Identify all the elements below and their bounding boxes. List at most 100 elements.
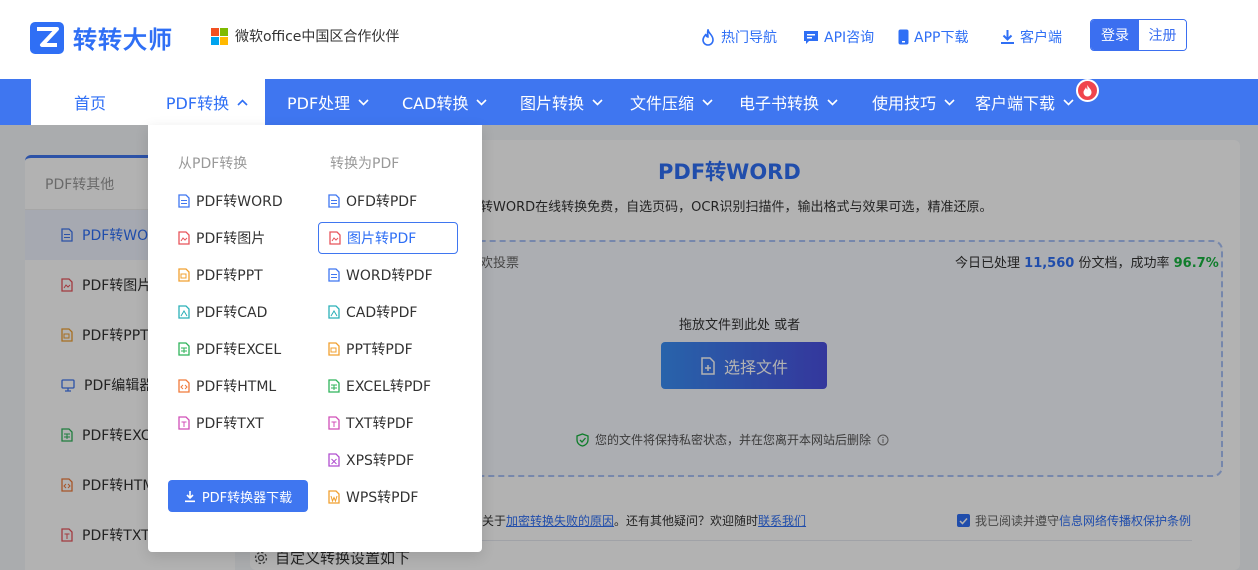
- nav-label: 文件压缩: [630, 94, 695, 113]
- nav-item-home[interactable]: 首页: [31, 79, 149, 125]
- download-button-label: PDF转换器下载: [201, 490, 293, 506]
- nav-item-cad-convert[interactable]: CAD转换: [402, 79, 488, 125]
- menu-item-txt-to-pdf[interactable]: TXT转PDF: [318, 407, 458, 439]
- chevron-down-icon: [944, 98, 955, 106]
- menu-item-pdf-to-cad[interactable]: PDF转CAD: [168, 296, 308, 328]
- menu-item-label: PDF转CAD: [196, 305, 268, 321]
- nav-item-pdf-convert[interactable]: PDF转换: [149, 79, 265, 125]
- menu-item-label: PDF转图片: [196, 231, 266, 247]
- txt-file-icon: [328, 416, 340, 430]
- menu-item-ofd-to-pdf[interactable]: OFD转PDF: [318, 185, 458, 217]
- cad-file-icon: [178, 305, 190, 319]
- menu-item-label: CAD转PDF: [346, 305, 418, 321]
- menu-item-label: PDF转TXT: [196, 416, 264, 432]
- cad-file-icon: [328, 305, 340, 319]
- site-logo[interactable]: 转转大师: [30, 20, 173, 55]
- nav-item-ebook-convert[interactable]: 电子书转换: [739, 79, 838, 125]
- menu-item-label: PDF转PPT: [196, 268, 263, 284]
- nav-item-pdf-process[interactable]: PDF处理: [287, 79, 369, 125]
- ppt-file-icon: [178, 268, 190, 282]
- pdf-converter-download-button[interactable]: PDF转换器下载: [168, 480, 308, 512]
- chevron-down-icon: [702, 98, 713, 106]
- partner-badge: 微软office中国区合作伙伴: [211, 26, 399, 46]
- excel-file-icon: [328, 379, 340, 393]
- nav-label: CAD转换: [402, 94, 469, 113]
- nav-label: 使用技巧: [872, 94, 937, 113]
- menu-item-label: PPT转PDF: [346, 342, 413, 358]
- xps-file-icon: [328, 453, 340, 467]
- menu-item-cad-to-pdf[interactable]: CAD转PDF: [318, 296, 458, 328]
- top-links: 热门导航 API咨询 APP下载 客户端: [700, 27, 1062, 47]
- pdf-convert-dropdown: 从PDF转换 转换为PDF PDF转WORD PDF转图片 PDF转PPT PD…: [148, 125, 482, 552]
- menu-item-excel-to-pdf[interactable]: EXCEL转PDF: [318, 370, 458, 402]
- phone-icon: [898, 29, 909, 45]
- menu-item-image-to-pdf[interactable]: 图片转PDF: [318, 222, 458, 254]
- site-header: 转转大师 微软office中国区合作伙伴 热门导航 API咨询 APP下载 客户…: [0, 0, 1258, 79]
- nav-item-tips[interactable]: 使用技巧: [872, 79, 955, 125]
- nav-item-compress[interactable]: 文件压缩: [630, 79, 713, 125]
- app-download-link[interactable]: APP下载: [898, 27, 1000, 47]
- menu-item-pdf-to-txt[interactable]: PDF转TXT: [168, 407, 308, 439]
- menu-item-word-to-pdf[interactable]: WORD转PDF: [318, 259, 458, 291]
- chevron-down-icon: [476, 98, 488, 106]
- txt-file-icon: [178, 416, 190, 430]
- word-file-icon: [178, 194, 190, 208]
- register-button[interactable]: 注册: [1139, 20, 1186, 50]
- chat-icon: [803, 30, 819, 45]
- nav-label: PDF转换: [165, 94, 230, 113]
- menu-item-label: EXCEL转PDF: [346, 379, 432, 395]
- fire-icon: [700, 28, 716, 46]
- main-nav: 首页 PDF转换 PDF处理 CAD转换 图片转换 文件压缩 电子书转换 使用技…: [0, 79, 1258, 125]
- image-file-icon: [178, 231, 190, 245]
- menu-item-pdf-to-html[interactable]: PDF转HTML: [168, 370, 308, 402]
- menu-item-label: WORD转PDF: [346, 268, 433, 284]
- html-file-icon: [178, 379, 190, 393]
- nav-label: 图片转换: [520, 94, 585, 113]
- excel-file-icon: [178, 342, 190, 356]
- wps-file-icon: [328, 490, 340, 504]
- menu-item-pdf-to-ppt[interactable]: PDF转PPT: [168, 259, 308, 291]
- microsoft-logo-icon: [211, 27, 228, 45]
- menu-item-pdf-to-word[interactable]: PDF转WORD: [168, 185, 308, 217]
- download-icon: [1000, 29, 1015, 45]
- from-pdf-heading: 从PDF转换: [178, 156, 248, 172]
- nav-label: 客户端下载: [975, 94, 1056, 113]
- logo-z-icon: [30, 21, 64, 54]
- word-file-icon: [328, 268, 340, 282]
- to-pdf-heading: 转换为PDF: [330, 156, 400, 172]
- chevron-up-icon: [237, 98, 248, 106]
- partner-text: 微软office中国区合作伙伴: [235, 29, 400, 45]
- image-file-icon: [329, 231, 341, 245]
- hot-fire-badge-icon: [1076, 79, 1099, 102]
- hot-nav-link[interactable]: 热门导航: [700, 27, 803, 47]
- app-download-label: APP下载: [914, 30, 969, 46]
- chevron-down-icon: [358, 98, 369, 106]
- menu-item-label: WPS转PDF: [346, 490, 419, 506]
- nav-label: 首页: [73, 94, 106, 113]
- menu-item-xps-to-pdf[interactable]: XPS转PDF: [318, 444, 458, 476]
- ppt-file-icon: [328, 342, 340, 356]
- logo-text: 转转大师: [73, 26, 173, 54]
- chevron-down-icon: [827, 98, 838, 106]
- menu-item-pdf-to-excel[interactable]: PDF转EXCEL: [168, 333, 308, 365]
- client-link[interactable]: 客户端: [1000, 27, 1062, 47]
- menu-item-label: XPS转PDF: [346, 453, 415, 469]
- nav-label: 电子书转换: [739, 94, 820, 113]
- menu-item-ppt-to-pdf[interactable]: PPT转PDF: [318, 333, 458, 365]
- menu-item-label: TXT转PDF: [346, 416, 414, 432]
- menu-item-label: OFD转PDF: [346, 194, 418, 210]
- nav-item-client-download[interactable]: 客户端下载: [975, 79, 1074, 125]
- nav-item-image-convert[interactable]: 图片转换: [520, 79, 603, 125]
- nav-label: PDF处理: [287, 94, 351, 113]
- menu-item-wps-to-pdf[interactable]: WPS转PDF: [318, 481, 458, 513]
- hot-nav-label: 热门导航: [721, 30, 777, 46]
- menu-item-pdf-to-image[interactable]: PDF转图片: [168, 222, 308, 254]
- ofd-file-icon: [328, 194, 340, 208]
- menu-item-label: PDF转HTML: [196, 379, 277, 395]
- download-icon: [184, 490, 196, 503]
- chevron-down-icon: [1063, 98, 1074, 106]
- auth-buttons: 登录 注册: [1090, 19, 1187, 51]
- client-label: 客户端: [1020, 30, 1062, 46]
- login-button[interactable]: 登录: [1091, 20, 1139, 50]
- api-link[interactable]: API咨询: [803, 27, 898, 47]
